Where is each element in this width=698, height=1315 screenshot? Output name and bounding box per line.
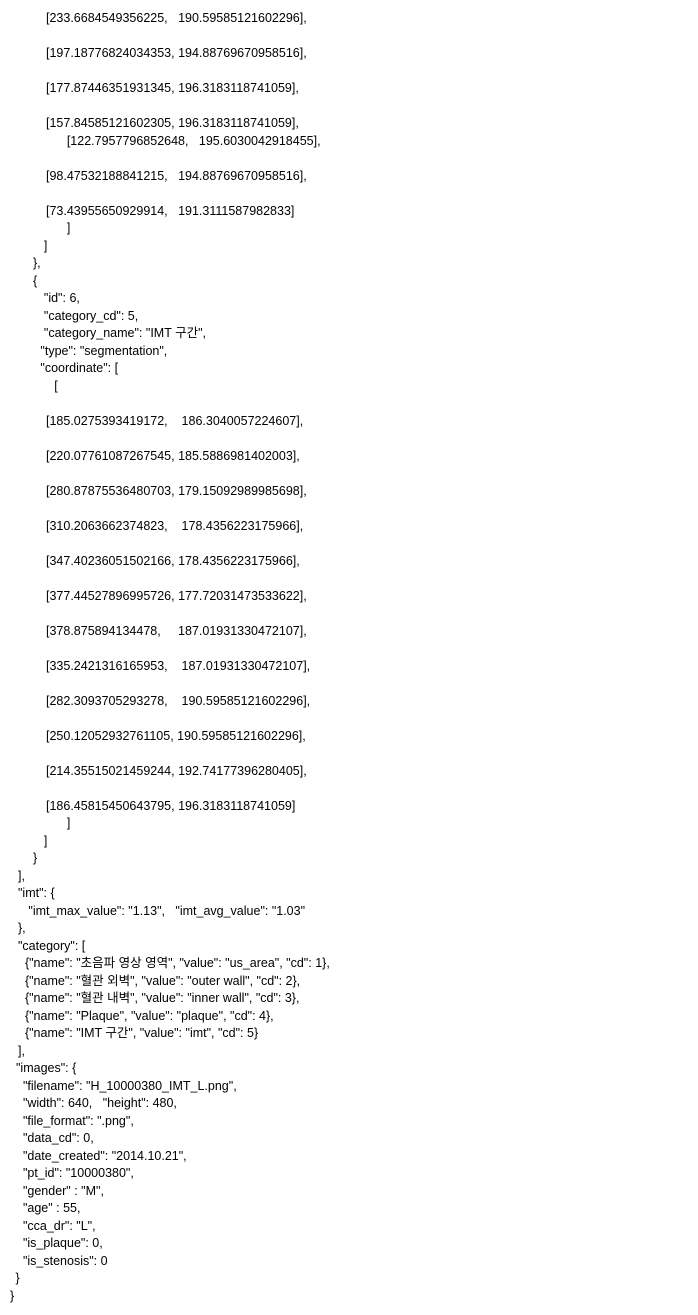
images-open: "images": { bbox=[8, 1060, 76, 1078]
coord-line: [177.87446351931345, 196.3183118741059], bbox=[8, 80, 299, 98]
close-bracket: ] bbox=[8, 833, 47, 851]
coord-line: [282.3093705293278, 190.59585121602296], bbox=[8, 693, 310, 711]
field-id: "id": 6, bbox=[8, 290, 80, 308]
close-bracket: ] bbox=[8, 220, 70, 238]
coord-line: [122.7957796852648, 195.6030042918455], bbox=[8, 133, 321, 151]
close-brace: } bbox=[8, 850, 37, 868]
images-close: } bbox=[8, 1270, 20, 1288]
field-type: "type": "segmentation", bbox=[8, 343, 167, 361]
coord-line: [233.6684549356225, 190.59585121602296], bbox=[8, 10, 307, 28]
coord-line: [73.43955650929914, 191.3111587982833] bbox=[8, 203, 294, 221]
coord-line: [335.2421316165953, 187.01931330472107], bbox=[8, 658, 310, 676]
images-ptid: "pt_id": "10000380", bbox=[8, 1165, 134, 1183]
coord-line: [310.2063662374823, 178.4356223175966], bbox=[8, 518, 303, 536]
category-item: {"name": "IMT 구간", "value": "imt", "cd":… bbox=[8, 1025, 258, 1043]
root-close: } bbox=[8, 1288, 14, 1306]
open-brace: { bbox=[8, 273, 37, 291]
images-plaque: "is_plaque": 0, bbox=[8, 1235, 103, 1253]
images-stenosis: "is_stenosis": 0 bbox=[8, 1253, 108, 1271]
category-open: "category": [ bbox=[8, 938, 85, 956]
close-brace: }, bbox=[8, 255, 41, 273]
coord-line: [220.07761087267545, 185.5886981402003], bbox=[8, 448, 300, 466]
coord-line: [377.44527896995726, 177.72031473533622]… bbox=[8, 588, 307, 606]
category-close: ], bbox=[8, 1043, 25, 1061]
images-gender: "gender" : "M", bbox=[8, 1183, 104, 1201]
field-coordinate-open2: [ bbox=[8, 378, 58, 396]
coord-line: [378.875894134478, 187.01931330472107], bbox=[8, 623, 307, 641]
coord-line: [98.47532188841215, 194.88769670958516], bbox=[8, 168, 307, 186]
images-wh: "width": 640, "height": 480, bbox=[8, 1095, 177, 1113]
category-item: {"name": "Plaque", "value": "plaque", "c… bbox=[8, 1008, 274, 1026]
category-item: {"name": "혈관 내벽", "value": "inner wall",… bbox=[8, 990, 299, 1008]
close-bracket: ], bbox=[8, 868, 25, 886]
images-format: "file_format": ".png", bbox=[8, 1113, 134, 1131]
field-coordinate-open: "coordinate": [ bbox=[8, 360, 118, 378]
coord-line: [280.87875536480703, 179.15092989985698]… bbox=[8, 483, 307, 501]
coord-line: [197.18776824034353, 194.88769670958516]… bbox=[8, 45, 307, 63]
close-bracket: ] bbox=[8, 238, 47, 256]
coord-line: [185.0275393419172, 186.3040057224607], bbox=[8, 413, 303, 431]
coord-line: [250.12052932761105, 190.59585121602296]… bbox=[8, 728, 306, 746]
imt-open: "imt": { bbox=[8, 885, 55, 903]
field-category-name: "category_name": "IMT 구간", bbox=[8, 325, 206, 343]
images-cca: "cca_dr": "L", bbox=[8, 1218, 96, 1236]
images-filename: "filename": "H_10000380_IMT_L.png", bbox=[8, 1078, 237, 1096]
imt-values: "imt_max_value": "1.13", "imt_avg_value"… bbox=[8, 903, 305, 921]
coord-line: [347.40236051502166, 178.4356223175966], bbox=[8, 553, 300, 571]
field-category-cd: "category_cd": 5, bbox=[8, 308, 138, 326]
category-item: {"name": "초음파 영상 영역", "value": "us_area"… bbox=[8, 955, 330, 973]
imt-close: }, bbox=[8, 920, 26, 938]
images-age: "age" : 55, bbox=[8, 1200, 80, 1218]
coord-line: [157.84585121602305, 196.3183118741059], bbox=[8, 115, 299, 133]
images-date: "date_created": "2014.10.21", bbox=[8, 1148, 187, 1166]
images-datacd: "data_cd": 0, bbox=[8, 1130, 94, 1148]
close-bracket: ] bbox=[8, 815, 70, 833]
json-document: [233.6684549356225, 190.59585121602296],… bbox=[0, 0, 698, 1315]
coord-line: [214.35515021459244, 192.74177396280405]… bbox=[8, 763, 307, 781]
coord-line: [186.45815450643795, 196.3183118741059] bbox=[8, 798, 295, 816]
category-item: {"name": "혈관 외벽", "value": "outer wall",… bbox=[8, 973, 300, 991]
